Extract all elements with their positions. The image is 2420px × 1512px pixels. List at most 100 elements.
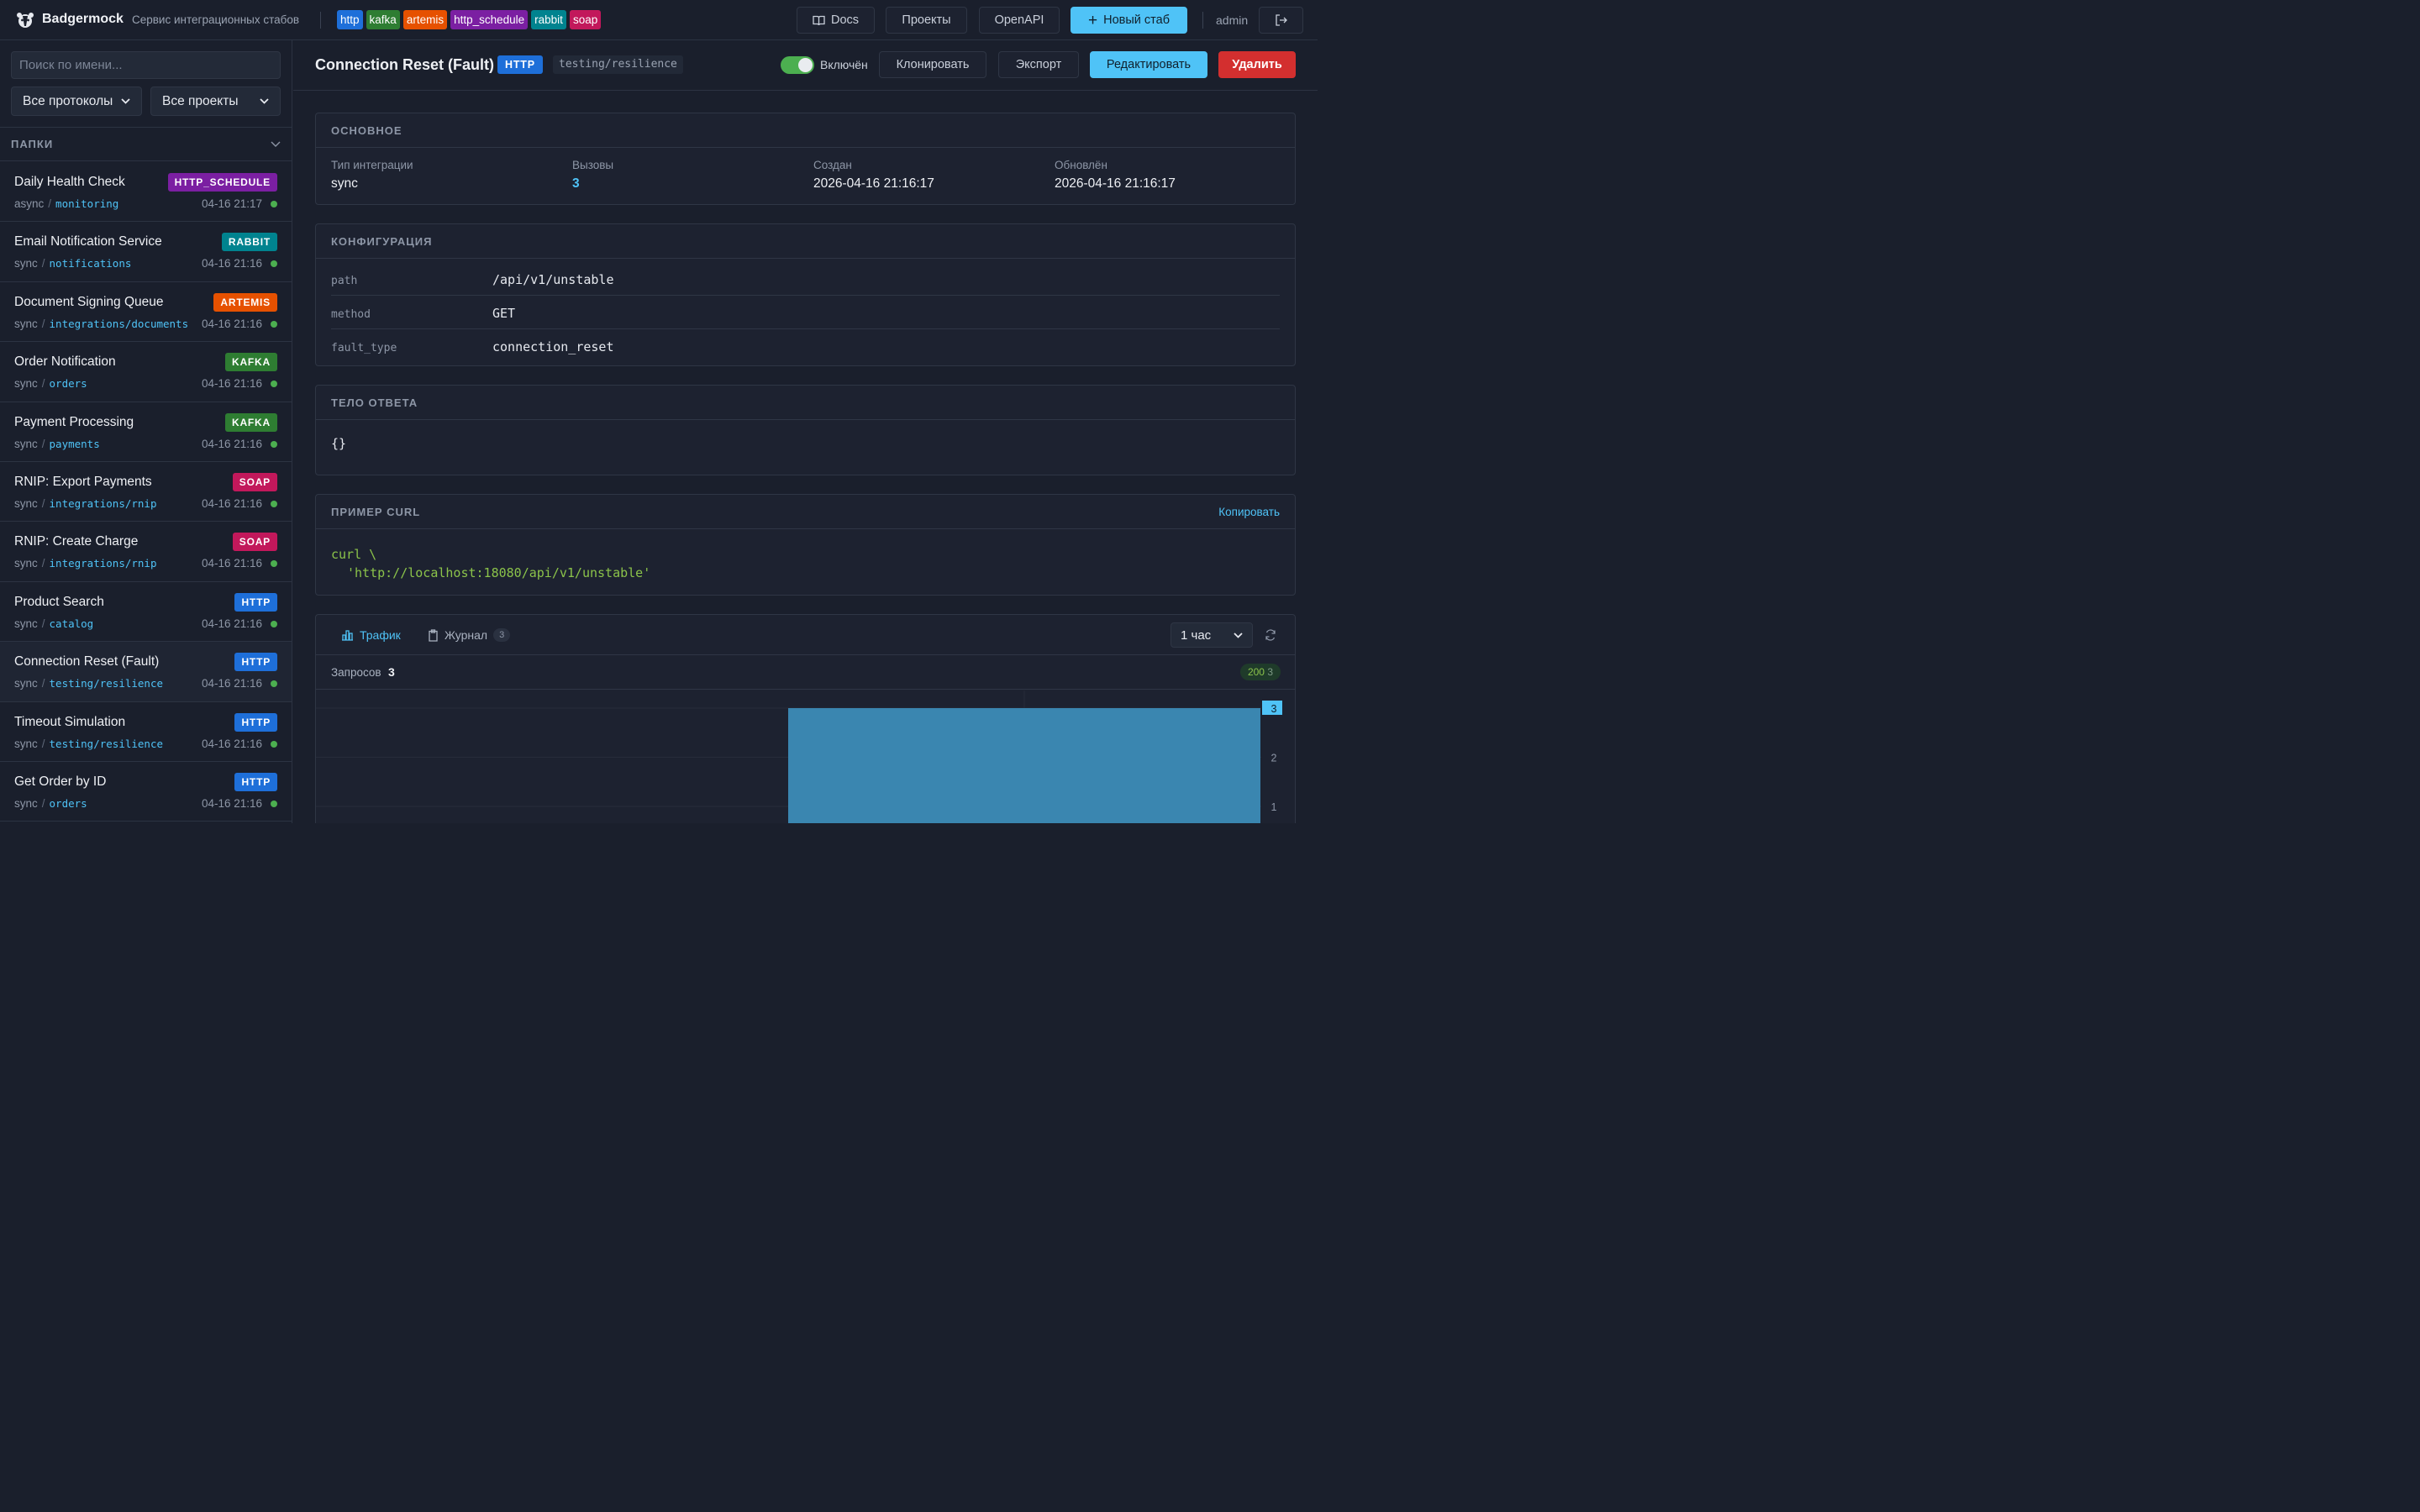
protocol-tag[interactable]: http_schedule <box>450 10 529 29</box>
export-button[interactable]: Экспорт <box>998 51 1079 78</box>
status-dot-icon <box>271 560 277 568</box>
docs-button[interactable]: Docs <box>797 7 875 34</box>
protocol-badge: KAFKA <box>225 412 277 432</box>
stub-list-item[interactable]: Document Signing Queue ARTEMIS sync / integr… <box>0 282 292 343</box>
curl-line: 'http://localhost:18080/api/v1/unstable' <box>347 565 651 580</box>
calls-value[interactable]: 3 <box>572 176 613 192</box>
protocol-badge: ARTEMIS <box>213 292 277 312</box>
protocol-badge: HTTP <box>234 712 277 732</box>
protocol-badge: RABBIT <box>221 233 277 252</box>
basic-info-card: ОСНОВНОЕ Тип интеграции sync Вызовы 3 Со… <box>315 113 1296 205</box>
integration-type: sync <box>14 796 38 810</box>
stub-meta: sync / testing/resilience <box>14 677 163 690</box>
time-range-select[interactable]: 1 час <box>1171 622 1253 648</box>
projects-button[interactable]: Проекты <box>886 7 967 34</box>
stub-list-item[interactable]: Order Notification KAFKA sync / orders 04-16 … <box>0 342 292 402</box>
stub-updated-time: 04-16 21:17 <box>201 197 262 210</box>
created-field: Создан 2026-04-16 21:16:17 <box>813 159 934 192</box>
divider <box>1202 12 1203 29</box>
traffic-card: Трафик Журнал 3 1 час Запросов 3 200 3 3… <box>315 614 1296 823</box>
calls-label: Вызовы <box>572 159 614 171</box>
clone-button[interactable]: Клонировать <box>879 51 986 78</box>
protocol-tag[interactable]: soap <box>569 10 602 29</box>
search-input[interactable] <box>11 51 281 79</box>
tab-journal[interactable]: Журнал 3 <box>428 628 511 642</box>
project-path: payments <box>49 437 100 450</box>
project-filter-select[interactable]: Все проекты <box>150 87 281 116</box>
chart-bar[interactable] <box>788 708 1260 823</box>
stub-list-item[interactable]: Email Notification Service RABBIT sync / not… <box>0 222 292 282</box>
protocol-tag[interactable]: kafka <box>366 10 400 29</box>
project-path: testing/resilience <box>49 737 163 750</box>
stub-list-item[interactable]: Payment Processing KAFKA sync / payments 04-1… <box>0 402 292 462</box>
stub-name: Product Search <box>14 594 104 609</box>
journal-count-badge: 3 <box>493 628 511 642</box>
status-dot-icon <box>271 260 277 268</box>
protocol-tag[interactable]: artemis <box>402 10 448 29</box>
integration-type: sync <box>14 257 38 270</box>
brand-name[interactable]: Badgermock <box>42 12 124 27</box>
integration-type-label: Тип интеграции <box>331 159 413 171</box>
stub-updated-time: 04-16 21:16 <box>201 557 262 570</box>
stub-list-item[interactable]: Connection Reset (Fault) HTTP sync / testing… <box>0 642 292 702</box>
openapi-button[interactable]: OpenAPI <box>979 7 1060 34</box>
stub-name: Payment Processing <box>14 414 134 429</box>
stub-meta: sync / notifications <box>14 257 131 270</box>
bar-chart-icon <box>342 630 353 641</box>
stub-name: Order Notification <box>14 354 116 370</box>
tab-traffic[interactable]: Трафик <box>341 628 401 642</box>
config-section-title: КОНФИГУРАЦИЯ <box>331 234 433 248</box>
stub-updated-time: 04-16 21:16 <box>201 257 262 270</box>
integration-type: sync <box>14 496 38 510</box>
project-path: catalog <box>49 617 94 630</box>
stub-list-item[interactable]: RNIP: Create Charge SOAP sync / integrations… <box>0 522 292 582</box>
path-separator: / <box>41 737 45 750</box>
delete-button[interactable]: Удалить <box>1218 51 1296 78</box>
integration-type-value: sync <box>331 176 358 191</box>
enabled-toggle[interactable] <box>781 56 814 74</box>
path-separator: / <box>41 677 45 690</box>
project-path: orders <box>49 377 87 391</box>
stub-meta: sync / integrations/documents <box>14 318 188 330</box>
clone-label: Клонировать <box>896 58 970 71</box>
stub-list-item[interactable]: Get Order by ID HTTP sync / orders 04-16 21:1… <box>0 762 292 822</box>
status-dot-icon <box>271 201 277 207</box>
logout-button[interactable] <box>1259 7 1303 34</box>
chevron-down-icon <box>271 141 281 147</box>
clipboard-icon <box>429 628 438 642</box>
path-separator: / <box>41 317 45 330</box>
copy-curl-button[interactable]: Копировать <box>1218 506 1280 518</box>
edit-button[interactable]: Редактировать <box>1090 51 1207 78</box>
traffic-tabs: Трафик Журнал 3 1 час <box>316 615 1295 655</box>
path-separator: / <box>48 197 52 210</box>
integration-type: sync <box>14 677 38 690</box>
stub-updated-time: 04-16 21:16 <box>201 377 262 391</box>
updated-label: Обновлён <box>1055 159 1107 171</box>
protocol-filter-value: Все протоколы <box>23 93 113 108</box>
integration-type: sync <box>14 737 38 750</box>
protocol-legend: http kafka artemis http_schedule rabbit soap <box>337 10 602 29</box>
protocol-tag[interactable]: rabbit <box>531 10 566 29</box>
new-stub-button[interactable]: + Новый стаб <box>1071 7 1187 34</box>
stub-updated-time: 04-16 21:16 <box>201 796 262 810</box>
config-row: method GET <box>331 296 1280 329</box>
stub-list-item[interactable]: Timeout Simulation HTTP sync / testing/resil… <box>0 702 292 762</box>
protocol-tag[interactable]: http <box>337 10 363 29</box>
folders-toggle[interactable]: ПАПКИ <box>0 127 292 161</box>
protocol-filter-select[interactable]: Все протоколы <box>11 87 142 116</box>
stub-meta: sync / catalog <box>14 617 93 630</box>
stub-list-item[interactable]: Product Search HTTP sync / catalog 04-16 21:1… <box>0 582 292 643</box>
integration-type: sync <box>14 437 38 450</box>
status-dot-icon <box>271 740 277 748</box>
stub-name: Timeout Simulation <box>14 714 126 729</box>
stub-list-item[interactable]: RNIP: Export Payments SOAP sync / integratio… <box>0 462 292 522</box>
status-dot-icon <box>271 320 277 328</box>
refresh-icon[interactable] <box>1265 629 1276 641</box>
project-path: orders <box>49 796 87 810</box>
delete-label: Удалить <box>1232 58 1282 71</box>
chevron-down-icon <box>121 98 130 104</box>
response-body-title: ТЕЛО ОТВЕТА <box>331 396 418 409</box>
chevron-down-icon <box>260 98 269 104</box>
stub-list-item[interactable]: Daily Health Check HTTP_SCHEDULE async / mon… <box>0 162 292 223</box>
card-header: ТЕЛО ОТВЕТА <box>316 386 1295 420</box>
